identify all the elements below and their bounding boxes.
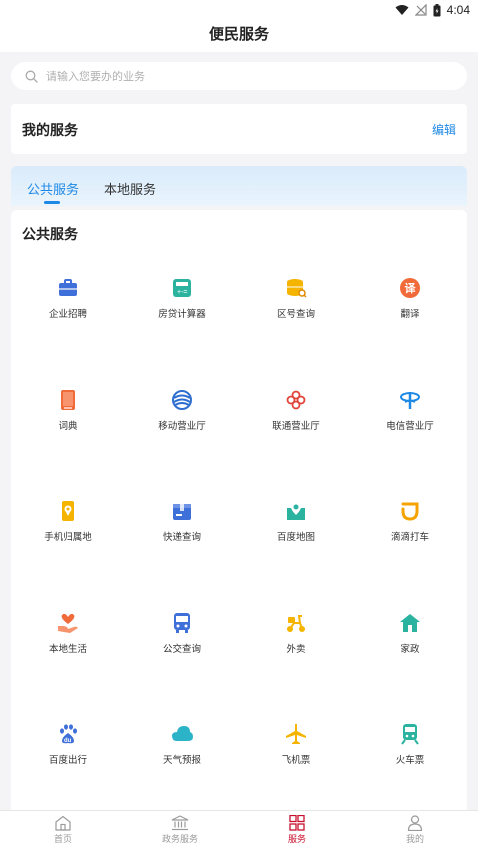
service-item-label: 家政 bbox=[400, 643, 420, 655]
title-bar: 便民服务 bbox=[0, 20, 478, 52]
briefcase-icon bbox=[59, 279, 77, 296]
service-item[interactable]: 本地生活 bbox=[11, 612, 125, 672]
service-item-label: 企业招聘 bbox=[48, 309, 87, 320]
cloud-icon bbox=[172, 726, 193, 741]
service-item-label: 电信营业厅 bbox=[386, 420, 434, 432]
service-item[interactable]: +-= 房贷计算器 bbox=[125, 277, 239, 337]
train-icon bbox=[401, 724, 419, 745]
service-item[interactable]: 天气预报 bbox=[125, 723, 239, 783]
service-item[interactable]: 火车票 bbox=[353, 723, 467, 783]
service-item[interactable]: 公交查询 bbox=[125, 612, 239, 672]
search-input[interactable]: 请输入您要办的业务 bbox=[11, 62, 467, 90]
battery-icon bbox=[433, 3, 441, 16]
service-item[interactable]: 译翻译 bbox=[353, 277, 467, 337]
service-item-label: 手机归属地 bbox=[44, 532, 92, 543]
service-item-label: 百度地图 bbox=[276, 532, 315, 543]
nav-mine-label: 我的 bbox=[405, 834, 424, 844]
services-panel: 公共服务 企业招聘 +-= 房贷计算器 区号查询 译翻译词典 移动营业厅 联通营业厅 电信营业… bbox=[11, 210, 467, 810]
service-item-label: 火车票 bbox=[395, 755, 425, 766]
calculator-icon: +-= bbox=[173, 279, 191, 297]
svg-text:+-=: +-= bbox=[177, 289, 188, 296]
service-item[interactable]: 百度地图 bbox=[239, 500, 353, 560]
service-item-label: 区号查询 bbox=[276, 309, 315, 320]
nav-mine[interactable]: 我的 bbox=[375, 815, 455, 845]
service-item[interactable]: 区号查询 bbox=[239, 277, 353, 337]
china-unicom-icon bbox=[286, 390, 306, 409]
service-tabs: 公共服务 本地服务 bbox=[11, 166, 467, 206]
service-item[interactable]: 联通营业厅 bbox=[239, 389, 353, 449]
wifi-icon bbox=[395, 5, 409, 15]
my-services-label: 我的服务 bbox=[22, 122, 78, 138]
edit-button[interactable]: 编辑 bbox=[432, 121, 456, 138]
service-item[interactable]: 家政 bbox=[353, 612, 467, 672]
scooter-icon bbox=[287, 614, 305, 632]
nav-government-label: 政务服务 bbox=[161, 834, 198, 844]
nav-home[interactable]: 首页 bbox=[23, 815, 103, 845]
china-mobile-icon bbox=[172, 389, 192, 410]
china-telecom-icon bbox=[400, 391, 420, 409]
service-item-label: 快递查询 bbox=[162, 532, 201, 543]
service-item[interactable]: 手机归属地 bbox=[11, 500, 125, 560]
service-item[interactable]: 移动营业厅 bbox=[125, 389, 239, 449]
service-item[interactable]: 快递查询 bbox=[125, 500, 239, 560]
phone-location-icon bbox=[62, 501, 74, 521]
service-item-label: 外卖 bbox=[286, 643, 306, 655]
nav-services-label: 服务 bbox=[287, 834, 306, 844]
hand-heart-icon bbox=[58, 613, 78, 633]
service-item-label: 移动营业厅 bbox=[158, 420, 206, 432]
map-pin-icon bbox=[287, 502, 305, 520]
service-item-label: 公交查询 bbox=[162, 643, 201, 655]
service-item[interactable]: 电信营业厅 bbox=[353, 389, 467, 449]
active-tab-indicator bbox=[44, 201, 60, 204]
status-time: 4:04 bbox=[446, 3, 470, 17]
bottom-nav: 首页 政务服务 服务 我的 bbox=[0, 810, 478, 849]
status-icons: 4:04 bbox=[395, 3, 470, 17]
translate-icon: 译 bbox=[400, 278, 420, 298]
service-item[interactable]: 飞机票 bbox=[239, 723, 353, 783]
home-icon bbox=[55, 815, 71, 831]
nav-government[interactable]: 政务服务 bbox=[140, 815, 220, 845]
service-item[interactable]: 词典 bbox=[11, 389, 125, 449]
page-title: 便民服务 bbox=[208, 26, 269, 43]
service-item[interactable]: 滴滴打车 bbox=[353, 500, 467, 560]
nav-home-label: 首页 bbox=[53, 834, 72, 844]
nav-services[interactable]: 服务 bbox=[257, 815, 337, 845]
bus-icon bbox=[174, 612, 190, 633]
service-item-label: 天气预报 bbox=[162, 755, 201, 766]
service-item[interactable]: 外卖 bbox=[239, 612, 353, 672]
service-item-label: 翻译 bbox=[400, 309, 420, 320]
baidu-paw-icon: du bbox=[60, 724, 77, 744]
service-item-label: 房贷计算器 bbox=[158, 309, 206, 320]
my-services-card: 我的服务 编辑 bbox=[11, 104, 467, 154]
book-icon bbox=[61, 389, 75, 410]
didi-icon bbox=[401, 502, 419, 521]
section-title: 公共服务 bbox=[22, 226, 78, 242]
airplane-icon bbox=[286, 724, 306, 744]
svg-text:du: du bbox=[64, 738, 72, 744]
no-signal-icon bbox=[414, 4, 427, 16]
government-icon bbox=[171, 815, 189, 831]
house-cleaning-icon bbox=[400, 613, 420, 632]
service-item[interactable]: 企业招聘 bbox=[11, 277, 125, 337]
service-item-label: 滴滴打车 bbox=[390, 532, 429, 543]
user-icon bbox=[407, 815, 423, 831]
service-item-label: 本地生活 bbox=[48, 643, 87, 655]
service-item-label: 词典 bbox=[58, 420, 78, 432]
search-placeholder: 请输入您要办的业务 bbox=[46, 71, 145, 83]
service-item-label: 百度出行 bbox=[48, 755, 87, 766]
tab-public-services[interactable]: 公共服务 bbox=[27, 179, 79, 198]
tab-local-services[interactable]: 本地服务 bbox=[104, 179, 156, 198]
package-icon bbox=[173, 504, 191, 520]
search-icon bbox=[25, 70, 38, 83]
grid-icon bbox=[289, 815, 305, 831]
svg-text:译: 译 bbox=[405, 282, 417, 295]
service-item-label: 飞机票 bbox=[281, 755, 311, 766]
service-item-label: 联通营业厅 bbox=[272, 420, 320, 432]
database-search-icon bbox=[287, 279, 307, 298]
status-bar: 4:04 bbox=[0, 0, 478, 20]
service-item[interactable]: du 百度出行 bbox=[11, 723, 125, 783]
